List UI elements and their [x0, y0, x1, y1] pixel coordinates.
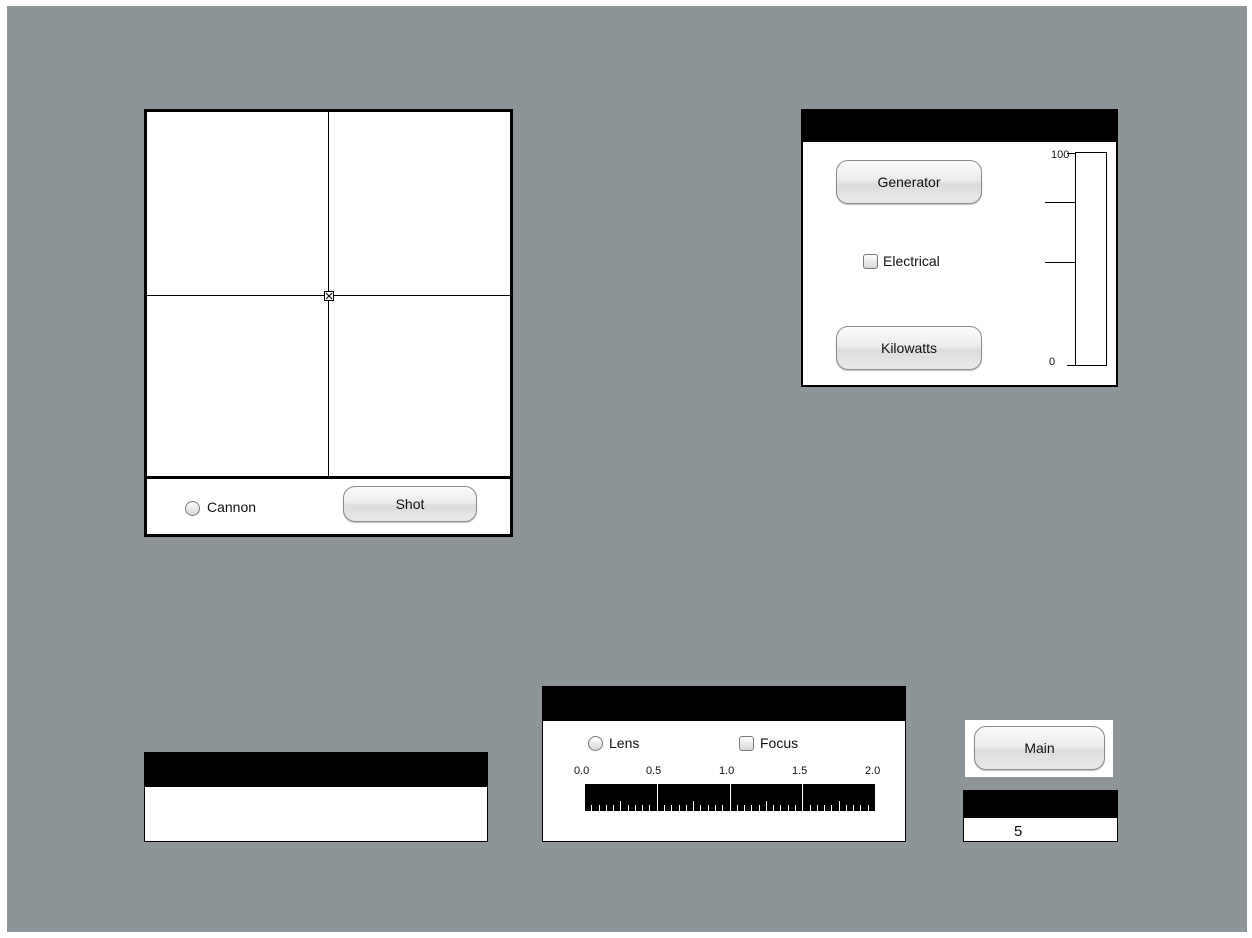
electrical-checkbox[interactable] [863, 254, 878, 269]
shot-button[interactable]: Shot [343, 486, 477, 522]
crosshair-panel: Cannon Shot [144, 109, 513, 537]
scale-tick-label: 1.0 [719, 765, 735, 777]
counter-panel: 5 [963, 790, 1118, 842]
scale-tick-label: 0.5 [646, 765, 662, 777]
output-panel [144, 752, 488, 842]
focus-checkbox-label: Focus [760, 735, 799, 751]
counter-panel-titlebar [964, 791, 1117, 818]
gauge-tick-lower [1045, 262, 1076, 263]
lens-panel-titlebar [543, 687, 905, 721]
cannon-radio-label: Cannon [207, 499, 257, 515]
crosshair-target-icon[interactable] [324, 291, 334, 301]
focus-scale-slider[interactable] [584, 784, 876, 811]
output-panel-titlebar [145, 753, 487, 787]
crosshair-area[interactable] [147, 112, 510, 479]
counter-value: 5 [1014, 823, 1023, 840]
gauge-max-label: 100 [1051, 149, 1070, 161]
power-gauge [1075, 152, 1107, 366]
generator-button[interactable]: Generator [836, 160, 982, 204]
electrical-checkbox-label: Electrical [883, 253, 940, 269]
main-panel: Main [965, 720, 1113, 777]
gauge-tick-min [1067, 365, 1076, 366]
scale-tick-marks [584, 784, 876, 811]
generator-panel: Generator Electrical Kilowatts 100 0 [801, 109, 1118, 387]
lens-radio[interactable] [588, 736, 603, 751]
lens-panel: Lens Focus 0.0 0.5 1.0 1.5 2.0 [542, 686, 906, 842]
main-button[interactable]: Main [974, 726, 1105, 770]
output-field[interactable] [145, 787, 487, 841]
lens-radio-label: Lens [609, 735, 640, 751]
cannon-radio[interactable] [185, 501, 200, 516]
scale-tick-label: 1.5 [792, 765, 808, 777]
generator-panel-titlebar [803, 111, 1116, 142]
gauge-tick-upper [1045, 202, 1076, 203]
gauge-tick-max [1067, 153, 1076, 154]
focus-checkbox[interactable] [739, 736, 754, 751]
gauge-min-label: 0 [1049, 356, 1056, 368]
kilowatts-button[interactable]: Kilowatts [836, 326, 982, 370]
scale-tick-label: 0.0 [574, 765, 590, 777]
scale-tick-label: 2.0 [865, 765, 881, 777]
